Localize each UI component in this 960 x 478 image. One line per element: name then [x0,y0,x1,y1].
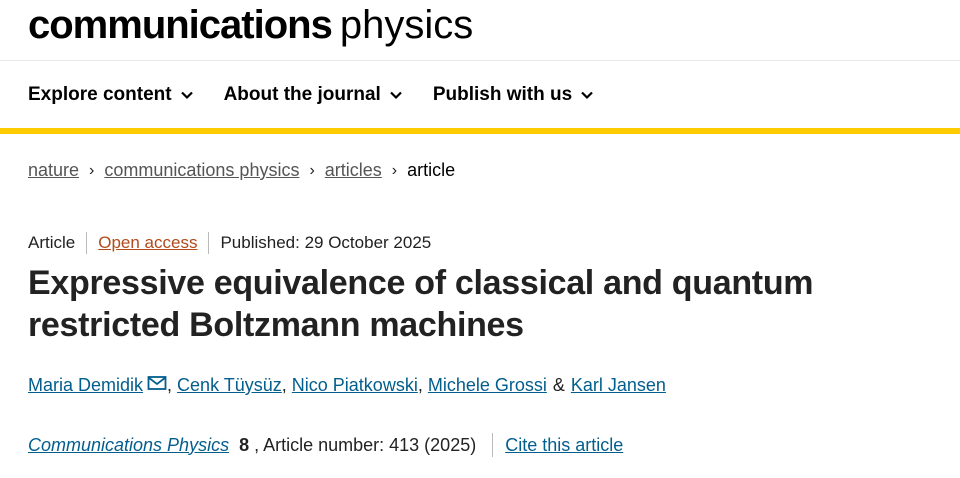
author-list: Maria Demidik , Cenk Tüysüz , Nico Piatk… [28,375,666,396]
author-separator: , [281,375,287,395]
author-link[interactable]: Cenk Tüysüz [177,375,282,396]
citation-line: Communications Physics 8 , Article numbe… [28,433,623,457]
breadcrumb: nature › communications physics › articl… [28,160,455,181]
chevron-down-icon [180,91,193,100]
author-link[interactable]: Nico Piatkowski [292,375,418,396]
author-link[interactable]: Karl Jansen [571,375,666,396]
open-access-link[interactable]: Open access [98,233,197,253]
logo-brand-bold: communications [28,3,333,47]
chevron-right-icon: › [309,161,315,179]
nav-item-label: Publish with us [432,84,573,105]
author-link[interactable]: Michele Grossi [428,375,547,396]
header-divider [0,60,960,61]
cite-article-link[interactable]: Cite this article [505,435,623,456]
nav-item-label: About the journal [223,84,381,105]
published-date: Published: 29 October 2025 [220,233,432,252]
article-type: Article [28,233,76,252]
article-meta: Article Open access Published: 29 Octobe… [28,232,431,254]
volume-number: 8 [239,434,250,455]
chevron-right-icon: › [391,161,398,179]
logo-brand-light: physics [339,3,474,47]
breadcrumb-current: article [407,160,456,180]
citation-divider [492,433,494,457]
author-ampersand: & [552,375,565,395]
main-nav: Explore content About the journal Publis… [28,62,624,128]
meta-divider [208,232,210,254]
nav-explore-content[interactable]: Explore content [28,84,194,106]
article-title: Expressive equivalence of classical and … [28,264,814,344]
article-number: , Article number: 413 (2025) [254,434,477,455]
author-link[interactable]: Maria Demidik [28,375,143,396]
breadcrumb-link-nature[interactable]: nature [28,160,79,181]
mail-icon[interactable] [147,375,167,391]
page: communications physics Explore content Ab… [0,0,960,478]
chevron-right-icon: › [89,161,95,179]
author-separator: , [167,375,173,395]
nav-publish-with-us[interactable]: Publish with us [433,84,594,106]
breadcrumb-link-articles[interactable]: articles [325,160,382,181]
chevron-down-icon [581,91,593,100]
accent-bar [0,128,960,134]
nav-about-journal[interactable]: About the journal [224,84,403,106]
journal-logo[interactable]: communications physics [28,0,473,50]
author-separator: , [417,375,423,395]
chevron-down-icon [390,91,402,100]
breadcrumb-link-communications-physics[interactable]: communications physics [104,160,299,181]
journal-link[interactable]: Communications Physics [28,435,229,456]
nav-item-label: Explore content [28,84,172,105]
meta-divider [86,232,88,254]
